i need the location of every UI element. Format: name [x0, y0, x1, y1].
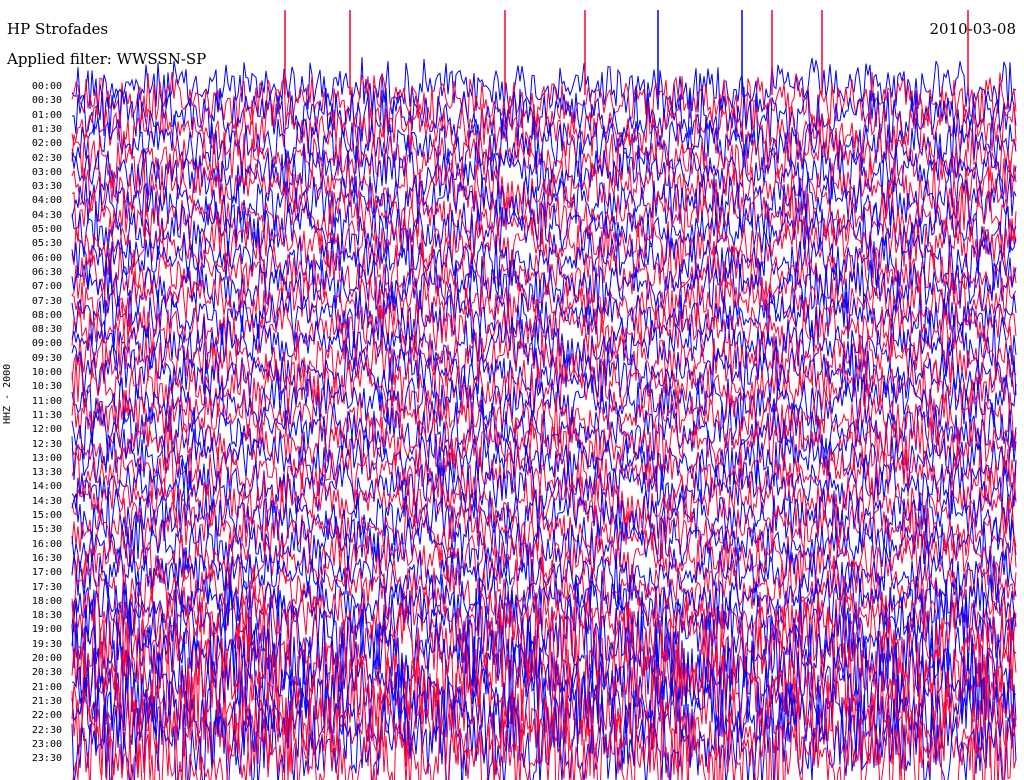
trace-16:30 [71, 528, 1017, 592]
helicorder-plot [71, 10, 1017, 780]
